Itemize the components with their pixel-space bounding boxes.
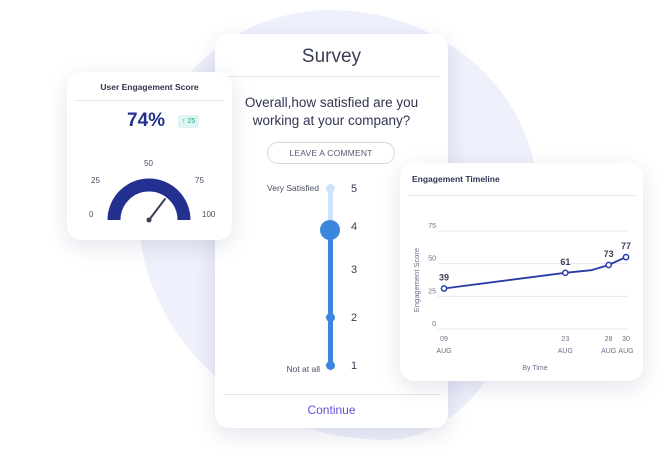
data-label: 77 xyxy=(621,241,631,251)
data-label: 39 xyxy=(439,272,449,282)
data-point xyxy=(561,269,569,277)
data-label: 61 xyxy=(560,257,570,267)
data-label: 73 xyxy=(604,249,614,259)
scale-number-5: 5 xyxy=(351,183,358,195)
gauge-hub xyxy=(146,217,152,223)
data-point xyxy=(605,261,613,269)
x-tick-month: AUG xyxy=(436,348,451,355)
series-line xyxy=(443,256,627,290)
gauge-label-100: 100 xyxy=(202,210,216,219)
gauge-label-50: 50 xyxy=(144,159,153,168)
y-tick-label: 0 xyxy=(432,321,436,328)
scale-option-1[interactable] xyxy=(326,361,335,370)
x-tick-month: AUG xyxy=(601,348,616,355)
y-tick-label: 75 xyxy=(428,223,436,230)
x-tick-month: AUG xyxy=(618,348,633,355)
x-tick-day: 09 xyxy=(440,336,448,343)
y-tick-label: 25 xyxy=(428,288,436,295)
scale-track-selected xyxy=(328,227,333,366)
scale-number-2: 2 xyxy=(351,312,358,324)
engagement-timeline-card: Engagement Timeline 0 25 50 75 Engagement Sc… xyxy=(400,163,643,381)
data-point xyxy=(622,253,630,261)
x-tick-day: 28 xyxy=(605,336,613,343)
x-tick-day: 30 xyxy=(622,336,630,343)
scale-label-very-satisfied: Very Satisfied xyxy=(267,183,319,193)
y-tick-label: 50 xyxy=(428,256,436,263)
engagement-score-card: User Engagement Score 74% ↑ 25 0 25 50 7… xyxy=(67,72,232,240)
x-tick-month: AUG xyxy=(558,348,573,355)
gauge-label-0: 0 xyxy=(89,210,94,219)
leave-comment-button[interactable]: LEAVE A COMMENT xyxy=(267,142,395,164)
y-axis-title: Engagement Score xyxy=(412,248,421,312)
survey-header-divider xyxy=(223,76,440,77)
gauge-needle xyxy=(148,198,166,221)
scale-number-3: 3 xyxy=(351,264,358,276)
scale-option-5[interactable] xyxy=(326,184,335,193)
scale-number-4: 4 xyxy=(351,221,358,233)
gauge-arc xyxy=(107,178,191,221)
scale-handle[interactable] xyxy=(320,220,340,240)
scale-label-not-at-all: Not at all xyxy=(286,364,320,374)
gauge-label-75: 75 xyxy=(195,176,204,185)
survey-question: Overall,how satisfied are you working at… xyxy=(244,95,419,128)
scale-number-1: 1 xyxy=(351,360,358,372)
scale-option-2[interactable] xyxy=(326,313,335,322)
survey-title: Survey xyxy=(301,46,362,67)
x-tick-day: 23 xyxy=(561,336,569,343)
data-point xyxy=(440,285,448,292)
continue-button[interactable]: Continue xyxy=(215,403,448,417)
x-axis-title: By Time xyxy=(522,365,547,372)
timeline-chart: 0 25 50 75 Engagement Score By Time 09 AUG 23 AUG… xyxy=(412,223,634,372)
gauge-label-25: 25 xyxy=(91,176,100,185)
survey-footer-divider xyxy=(223,394,440,395)
